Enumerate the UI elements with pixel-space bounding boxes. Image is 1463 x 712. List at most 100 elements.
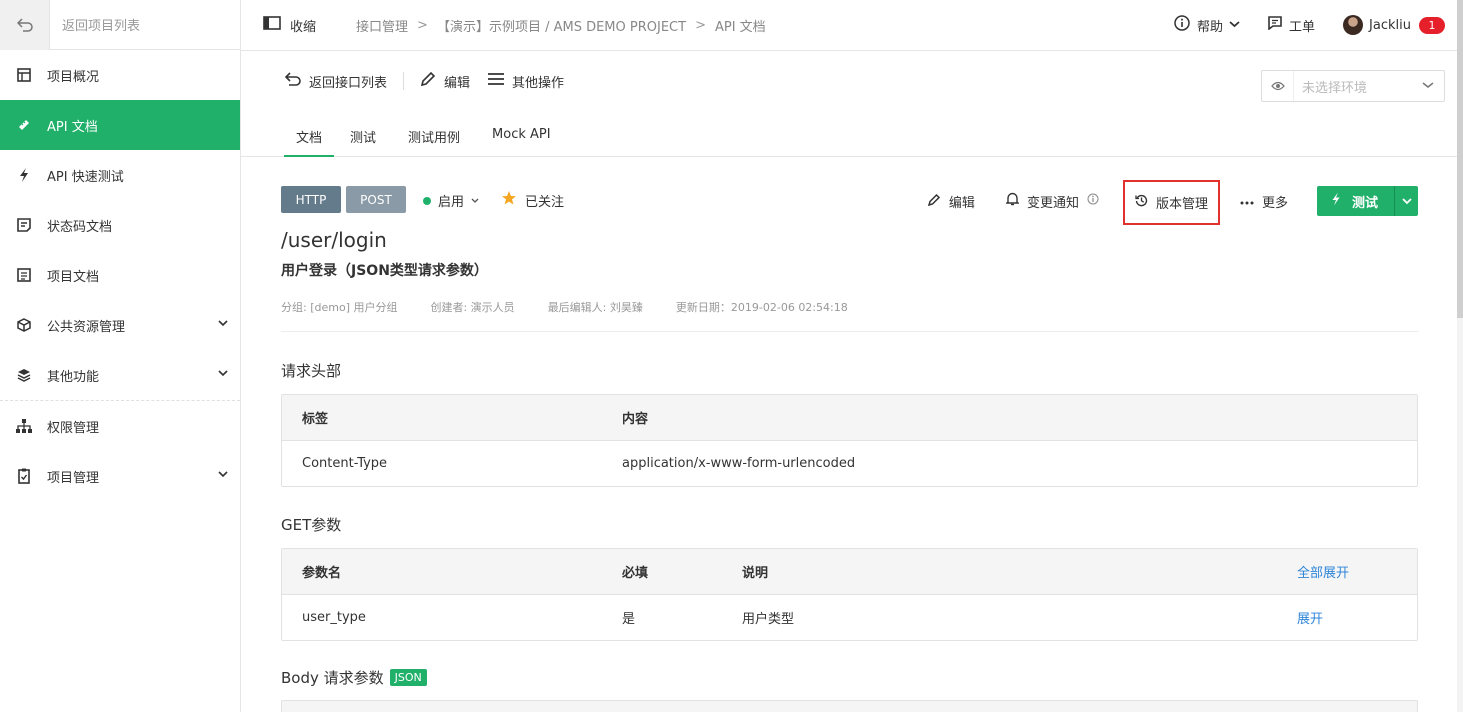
column-header: 必填: [622, 566, 649, 581]
lightning-icon: [1331, 192, 1341, 210]
sidebar-item-label: 项目管理: [47, 470, 100, 486]
sidebar-item-label: API 快速测试: [47, 169, 124, 185]
help-menu[interactable]: 帮助: [1174, 15, 1240, 35]
back-to-projects[interactable]: 返回项目列表: [0, 0, 240, 50]
param-name: user_type: [302, 610, 366, 625]
body-params-title-text: Body 请求参数: [281, 669, 384, 687]
table-header: 标签 内容: [282, 395, 1417, 441]
sidebar-item-label: 其他功能: [47, 369, 100, 385]
test-dropdown-toggle[interactable]: [1394, 186, 1418, 216]
sidebar: 返回项目列表 项目概况 API 文档 API 快速测试 状态码文档 项目文档 公…: [0, 0, 241, 712]
api-edit-button[interactable]: 编辑: [927, 192, 975, 211]
api-edit-label: 编辑: [948, 195, 975, 211]
request-headers-title: 请求头部: [281, 360, 341, 381]
cube-icon: [16, 317, 32, 333]
meta-group: 分组: [demo] 用户分组: [281, 301, 398, 314]
more-label: 更多: [1261, 195, 1288, 211]
test-button[interactable]: 测试: [1317, 186, 1394, 216]
request-headers-table: 标签 内容 Content-Type application/x-www-for…: [281, 394, 1418, 487]
ticket-link[interactable]: 工单: [1268, 16, 1315, 35]
param-description: 用户类型: [742, 612, 795, 627]
sidebar-item-status-codes[interactable]: 状态码文档: [0, 200, 240, 250]
star-icon: [501, 190, 517, 210]
breadcrumb-item[interactable]: 接口管理: [356, 16, 408, 35]
pencil-icon: [927, 193, 941, 210]
sidebar-item-label: 权限管理: [47, 420, 100, 436]
follow-toggle[interactable]: 已关注: [501, 190, 564, 210]
sidebar-item-public-resources[interactable]: 公共资源管理: [0, 300, 240, 350]
status-dropdown[interactable]: 启用: [423, 191, 479, 210]
doc-tabs: 文档 测试 测试用例 Mock API: [284, 127, 567, 157]
tab-mock-api[interactable]: Mock API: [476, 127, 567, 157]
sidebar-item-label: 状态码文档: [47, 219, 113, 235]
sidebar-item-label: 项目概况: [47, 69, 100, 85]
sidebar-item-api-doc[interactable]: API 文档: [0, 100, 240, 150]
org-chart-icon: [16, 418, 32, 434]
back-arrow-icon[interactable]: [0, 0, 50, 50]
change-notification-label: 变更通知: [1026, 195, 1079, 211]
tab-test-cases[interactable]: 测试用例: [392, 127, 476, 157]
column-header: 说明: [742, 566, 769, 581]
follow-label: 已关注: [525, 194, 565, 210]
breadcrumb: 接口管理 > 【演示】示例项目 / AMS DEMO PROJECT > API…: [356, 16, 766, 35]
toolbar-divider: [403, 72, 405, 90]
bell-icon: [1005, 192, 1020, 210]
environment-select[interactable]: 未选择环境: [1261, 70, 1445, 102]
breadcrumb-item: API 文档: [714, 19, 766, 35]
tab-test[interactable]: 测试: [334, 127, 392, 157]
sidebar-item-permissions[interactable]: 权限管理: [0, 401, 240, 451]
menu-icon: [488, 72, 505, 90]
expand-link[interactable]: 展开: [1297, 608, 1323, 627]
user-menu[interactable]: Jackliu 1: [1343, 15, 1445, 35]
sidebar-item-project-docs[interactable]: 项目文档: [0, 250, 240, 300]
history-icon: [1135, 194, 1148, 211]
ticket-label: 工单: [1289, 19, 1316, 35]
column-header: 参数名: [302, 566, 342, 581]
more-operations-button[interactable]: 其他操作: [488, 72, 564, 91]
info-icon[interactable]: [1087, 193, 1099, 209]
version-management-button[interactable]: 版本管理: [1122, 179, 1220, 225]
edit-button[interactable]: 编辑: [420, 71, 470, 91]
body-params-title: Body 请求参数 JSON: [281, 667, 427, 688]
user-name: Jackliu: [1369, 17, 1411, 33]
meta-last-editor: 最后编辑人: 刘昊臻: [547, 301, 643, 314]
api-control-row: HTTP POST 启用 已关注 编辑 变更通知 版本管理 更多 测试: [281, 179, 1418, 225]
api-toolbar: 返回接口列表 编辑 其他操作 未选择环境 文档 测试 测试用例 Mock API: [241, 51, 1457, 157]
scrollbar-thumb[interactable]: [1457, 0, 1463, 318]
clipboard-icon: [16, 468, 32, 484]
api-actions: 编辑 变更通知 版本管理 更多 测试: [927, 179, 1418, 225]
expand-all-link[interactable]: 全部展开: [1297, 562, 1349, 581]
api-name: 用户登录（JSON类型请求参数）: [281, 263, 488, 279]
breadcrumb-item[interactable]: 【演示】示例项目 / AMS DEMO PROJECT: [437, 16, 686, 35]
more-button[interactable]: 更多: [1240, 192, 1288, 211]
chevron-down-icon: [471, 193, 479, 208]
sidebar-item-other-features[interactable]: 其他功能: [0, 350, 240, 400]
sidebar-item-project-management[interactable]: 项目管理: [0, 451, 240, 501]
overview-icon: [16, 67, 32, 83]
get-params-title-text: GET参数: [281, 516, 342, 534]
param-required: 是: [622, 612, 636, 627]
eye-icon: [1262, 71, 1294, 101]
protocol-tag: HTTP: [281, 186, 341, 213]
avatar: [1343, 15, 1364, 35]
chevron-down-icon: [1401, 194, 1412, 209]
environment-placeholder: 未选择环境: [1302, 80, 1368, 96]
collapse-button[interactable]: 收缩: [263, 16, 316, 35]
method-tag: POST: [346, 186, 406, 213]
change-notification-button[interactable]: 变更通知: [1005, 192, 1099, 211]
table-header: 参数名 必填 说明 全部展开: [282, 549, 1417, 595]
scrollbar[interactable]: [1457, 0, 1463, 712]
breadcrumb-separator: >: [417, 17, 428, 33]
table-row: Content-Type application/x-www-form-urle…: [282, 441, 1417, 486]
notification-badge[interactable]: 1: [1419, 16, 1445, 34]
api-path: /user/login: [281, 228, 387, 252]
back-to-api-list-button[interactable]: 返回接口列表: [284, 72, 387, 91]
sidebar-item-overview[interactable]: 项目概况: [0, 50, 240, 100]
top-header: 收缩 接口管理 > 【演示】示例项目 / AMS DEMO PROJECT > …: [241, 0, 1463, 51]
column-header: 内容: [622, 412, 649, 427]
test-button-group: 测试: [1316, 186, 1418, 216]
api-doc-icon: [16, 117, 32, 133]
get-params-table: 参数名 必填 说明 全部展开 user_type 是 用户类型 展开: [281, 548, 1418, 641]
tab-doc[interactable]: 文档: [284, 127, 335, 157]
sidebar-item-api-quick-test[interactable]: API 快速测试: [0, 150, 240, 200]
